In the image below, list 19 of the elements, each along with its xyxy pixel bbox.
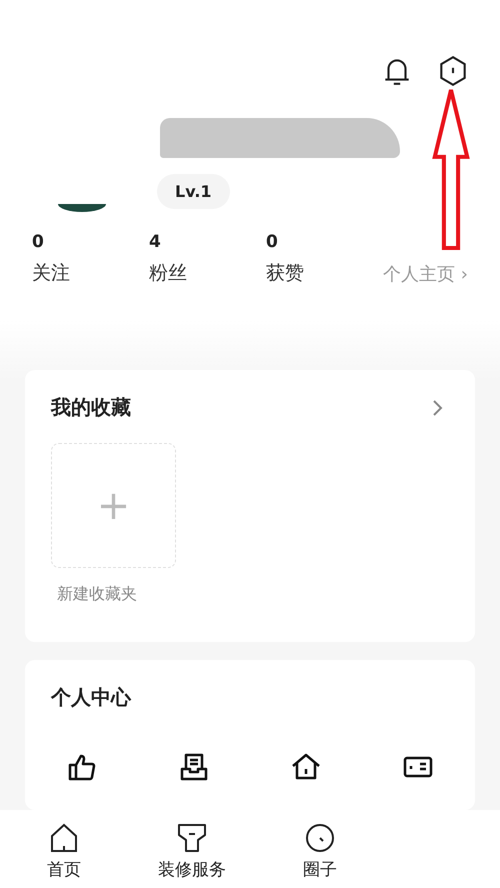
tab-bar-item[interactable]: 装修服务 (128, 810, 256, 888)
stat-value: 4 (149, 232, 162, 252)
funnel-icon (176, 822, 208, 854)
stat-label[interactable]: 粉丝 (149, 260, 266, 286)
tray-icon[interactable] (178, 751, 210, 783)
stat-value: 0 (32, 232, 45, 252)
stat-label[interactable]: 关注 (32, 260, 149, 286)
stat-label[interactable]: 获赞 (266, 260, 383, 286)
tab-bar-item[interactable]: 首页 (0, 810, 128, 888)
clock-icon (304, 822, 336, 854)
new-folder-label: 新建收藏夹 (57, 584, 138, 605)
stat-value: 0 (266, 232, 279, 252)
section-title: 个人中心 (51, 684, 132, 711)
house-icon (48, 822, 80, 854)
section-title: 我的收藏 (51, 394, 131, 421)
level-badge: Lv.1 (157, 174, 230, 209)
chevron-right-icon[interactable] (431, 398, 443, 418)
avatar (58, 204, 106, 212)
tab-bar-item[interactable]: 圈子 (256, 810, 384, 888)
